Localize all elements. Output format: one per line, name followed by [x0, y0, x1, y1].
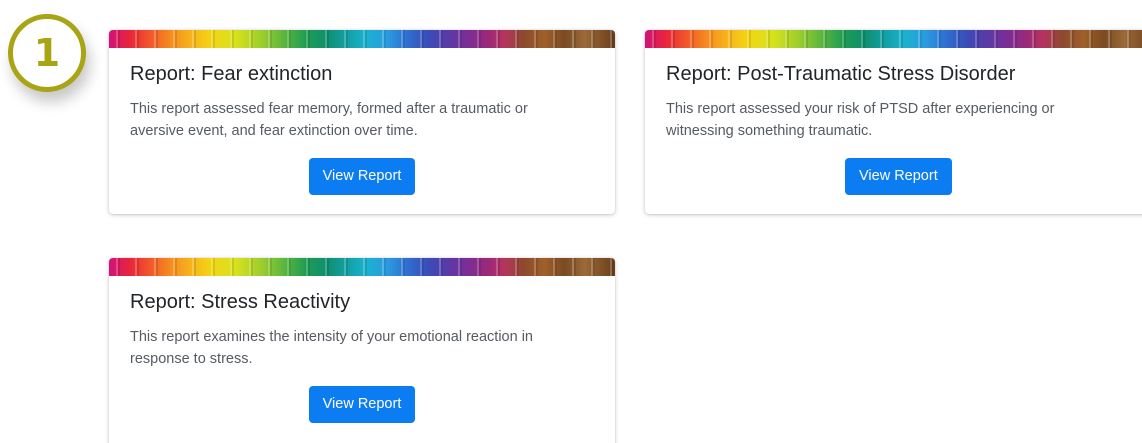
- card-description-line: This report examines the intensity of yo…: [130, 329, 533, 345]
- card-title: Report: Fear extinction: [130, 63, 333, 85]
- report-card-ptsd: Report: Post-Traumatic Stress Disorder T…: [645, 30, 1142, 214]
- card-body: Report: Fear extinction This report asse…: [109, 48, 615, 195]
- step-number: 1: [33, 31, 61, 75]
- view-report-button[interactable]: View Report: [845, 158, 952, 195]
- card-body: Report: Post-Traumatic Stress Disorder T…: [645, 48, 1142, 195]
- card-description-line: witnessing something traumatic.: [666, 123, 873, 139]
- view-report-button[interactable]: View Report: [308, 386, 416, 423]
- reports-page: 1 Report: Fear extinction This report as…: [0, 0, 1142, 443]
- view-report-button[interactable]: View Report: [308, 158, 416, 195]
- card-body: Report: Stress Reactivity This report ex…: [109, 276, 615, 423]
- card-description-line: aversive event, and fear extinction over…: [130, 123, 418, 139]
- report-card-fear-extinction: Report: Fear extinction This report asse…: [109, 30, 615, 214]
- card-banner-image: [109, 258, 615, 276]
- card-description-line: response to stress.: [130, 351, 253, 367]
- step-number-badge: 1: [8, 14, 86, 92]
- card-description: This report assessed your risk of PTSD a…: [666, 98, 1134, 142]
- card-description: This report examines the intensity of yo…: [130, 326, 594, 370]
- card-title: Report: Stress Reactivity: [130, 291, 351, 313]
- report-card-stress-reactivity: Report: Stress Reactivity This report ex…: [109, 258, 615, 443]
- card-description: This report assessed fear memory, formed…: [130, 98, 594, 142]
- card-banner-image: [109, 30, 615, 48]
- card-description-line: This report assessed fear memory, formed…: [130, 101, 528, 117]
- card-description-line: This report assessed your risk of PTSD a…: [666, 101, 1055, 117]
- card-banner-image: [645, 30, 1142, 48]
- card-title: Report: Post-Traumatic Stress Disorder: [666, 63, 1016, 85]
